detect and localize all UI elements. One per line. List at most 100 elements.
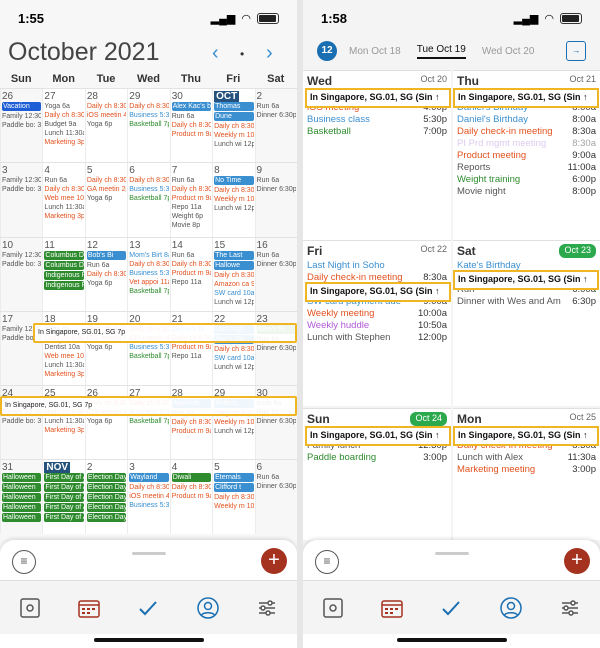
event-item[interactable]: Weekly m 10a	[214, 418, 253, 427]
event-row[interactable]: Product meeting 9:00a	[457, 150, 596, 162]
event-row[interactable]: PI Prd mgmt meeting 8:30a	[457, 138, 596, 150]
all-day-event[interactable]: Halloween	[2, 503, 42, 513]
event-item[interactable]: Mom's Birt 8a	[129, 251, 168, 260]
event-item[interactable]: Lunch wi 12p	[214, 363, 253, 372]
travel-event-highlight[interactable]: In Singapore, SG.01, SG (Sin ↑	[453, 270, 599, 290]
day-cell[interactable]: 9 Run 6a Dinner 6:30p	[254, 163, 297, 237]
event-row[interactable]: Daniel's Birthday 8:00a	[457, 114, 596, 126]
all-day-event[interactable]: Alex Kac's bo	[171, 102, 212, 111]
add-event-button[interactable]: +	[261, 548, 287, 574]
day-panel[interactable]: SatOct 23Kate's BirthdayDinner with CEOR…	[453, 240, 600, 406]
event-item[interactable]: Paddle bo: 3p	[2, 185, 41, 194]
day-cell[interactable]: NOV First Day of A First Day of A First Day…	[42, 460, 85, 534]
event-item[interactable]: Basketball 7p	[129, 287, 168, 296]
day-cell[interactable]: OCTThomasDuneDaily ch 8:30aWeekly m 10aL…	[212, 89, 255, 163]
day-cell[interactable]: 13Mom's Birt 8aDaily ch 8:30aBusiness 5:…	[127, 237, 170, 311]
contacts-tab-icon[interactable]	[497, 594, 525, 622]
event-item[interactable]: Dinner 6:30p	[257, 417, 296, 426]
all-day-event[interactable]: Columbus Da	[44, 260, 84, 270]
event-item[interactable]: Yoga 6p	[87, 120, 126, 129]
event-row[interactable]: Lunch with Stephen 12:00p	[307, 332, 447, 344]
all-day-event[interactable]: First Day of A	[44, 513, 84, 523]
event-item[interactable]: Vet appoi 11a	[129, 278, 168, 287]
event-row[interactable]: Dinner with Wes and Am 6:30p	[457, 296, 596, 308]
event-item[interactable]: Run 6a	[257, 473, 296, 482]
event-item[interactable]: Product m 9a	[172, 130, 211, 139]
day-cell[interactable]: 29Daily ch 8:30aBusiness 5:30pBasketball…	[127, 89, 170, 163]
all-day-event[interactable]: Election Day	[86, 493, 127, 503]
day-cell[interactable]: 31 Halloween Halloween Halloween Halloween Ha…	[0, 460, 43, 534]
tasks-tab-icon[interactable]	[134, 594, 162, 622]
event-item[interactable]: Daily ch 8:30a	[129, 260, 168, 269]
event-item[interactable]: Business 5:30p	[129, 111, 168, 120]
day-cell[interactable]: 2 Election Day Election Day Election Day Ele…	[84, 460, 128, 534]
all-day-event[interactable]: Election Day	[86, 513, 127, 523]
event-item[interactable]: Family 12:30p	[2, 112, 41, 121]
all-day-event[interactable]: First Day of A	[44, 483, 84, 493]
all-day-event[interactable]: Diwali	[171, 473, 212, 483]
event-item[interactable]: Yoga 6p	[87, 417, 126, 426]
next-month-button[interactable]: ›	[266, 42, 273, 65]
travel-event-highlight[interactable]: In Singapore, SG.01, SG 7p	[33, 323, 297, 343]
add-event-button[interactable]: +	[564, 548, 590, 574]
date-tab[interactable]: Mon Oct 18	[349, 46, 401, 57]
day-cell[interactable]: 4DiwaliDaily ch 8:30aProduct m 9a	[169, 460, 213, 534]
event-item[interactable]: Basketball 7p	[129, 194, 168, 203]
event-item[interactable]: Family 12:30p	[2, 251, 41, 260]
event-item[interactable]: Run 6a	[172, 176, 211, 185]
travel-event-highlight[interactable]: In Singapore, SG.01, SG 7p	[0, 396, 297, 416]
all-day-event[interactable]: Halloween	[2, 473, 42, 483]
event-item[interactable]: Daily ch 8:30a	[172, 483, 211, 492]
event-item[interactable]: Dinner 6:30p	[257, 185, 296, 194]
event-item[interactable]: Daily ch 8:30a	[214, 122, 253, 131]
day-cell[interactable]: 12Bob's BiRun 6aDaily ch 8:30aYoga 6p	[84, 237, 128, 311]
day-cell[interactable]: 7Run 6aDaily ch 8:30aProduct m 9aRepo 11…	[169, 163, 213, 237]
menu-icon[interactable]: ≡	[12, 550, 36, 574]
event-item[interactable]: Lunch 11:30a	[44, 361, 83, 370]
all-day-event[interactable]: Halloween	[2, 493, 42, 503]
day-cell[interactable]: 15The LastHalloweDaily ch 8:30aAmazon ca…	[212, 237, 255, 311]
event-row[interactable]: Marketing meeting 3:00p	[457, 464, 596, 476]
event-item[interactable]: Yoga 6p	[87, 194, 126, 203]
all-day-event[interactable]: Wayland	[129, 473, 169, 483]
all-day-event[interactable]: No Time	[214, 176, 254, 186]
all-day-event[interactable]: Clifford t	[214, 483, 254, 493]
day-cell[interactable]: 3WaylandDaily ch 8:30aiOS meetin 4pBusin…	[127, 460, 170, 534]
event-item[interactable]: Business 5:30p	[129, 501, 168, 510]
event-item[interactable]: Lunch wi 12p	[214, 298, 253, 307]
event-item[interactable]: Daily ch 8:30a	[87, 102, 126, 111]
event-item[interactable]: Lunch wi 12p	[214, 140, 253, 149]
day-cell[interactable]: 6 Run 6a Dinner 6:30p	[254, 460, 297, 534]
day-cell[interactable]: 30Alex Kac's boRun 6aDaily ch 8:30aProdu…	[169, 89, 213, 163]
event-item[interactable]: Product m 9a	[172, 269, 211, 278]
event-item[interactable]: Basketball 7p	[129, 120, 168, 129]
all-day-event[interactable]: Thomas	[214, 102, 254, 111]
event-item[interactable]: Daily ch 8:30a	[129, 102, 168, 111]
travel-event-highlight[interactable]: In Singapore, SG.01, SG (Sin ↑	[453, 426, 599, 446]
contacts-tab-icon[interactable]	[194, 594, 222, 622]
event-row[interactable]: Basketball 7:00p	[307, 126, 447, 138]
event-item[interactable]: Daily ch 8:30a	[129, 176, 168, 185]
travel-event-highlight[interactable]: In Singapore, SG.01, SG (Sin ↑	[453, 88, 599, 108]
event-row[interactable]: Weekly huddle 10:50a	[307, 320, 447, 332]
event-item[interactable]: Lunch 11:30a	[44, 129, 83, 138]
event-item[interactable]: Lunch 11:30a	[44, 417, 83, 426]
day-cell[interactable]: 27Yoga 6aDaily ch 8:30aBudget 9aLunch 11…	[42, 89, 85, 163]
menu-icon[interactable]: ≡	[315, 550, 339, 574]
event-item[interactable]: Product m 9a	[172, 194, 211, 203]
all-day-event[interactable]: Hallowe	[214, 260, 254, 270]
all-day-event[interactable]: Bob's Bi	[86, 250, 127, 260]
event-item[interactable]: Web mee 10a	[44, 352, 83, 361]
calendar-tab-icon[interactable]	[378, 594, 406, 622]
event-item[interactable]: iOS meetin 4p	[87, 111, 126, 120]
event-item[interactable]: Run 6a	[172, 251, 211, 260]
event-item[interactable]: Basketball 7p	[129, 352, 168, 361]
calendar-jump-icon[interactable]: →	[566, 41, 586, 61]
event-item[interactable]: Daily ch 8:30a	[214, 345, 253, 354]
day-cell[interactable]: 14Run 6aDaily ch 8:30aProduct m 9aRepo 1…	[169, 237, 213, 311]
event-item[interactable]: Dinner 6:30p	[257, 482, 296, 491]
event-item[interactable]: Daily ch 8:30a	[214, 271, 253, 280]
event-item[interactable]: Paddle bo: 3p	[2, 260, 41, 269]
day-cell[interactable]: 5Daily ch 8:30aGA meetin 2pYoga 6p	[84, 163, 128, 237]
event-item[interactable]: Run 6a	[257, 102, 296, 111]
